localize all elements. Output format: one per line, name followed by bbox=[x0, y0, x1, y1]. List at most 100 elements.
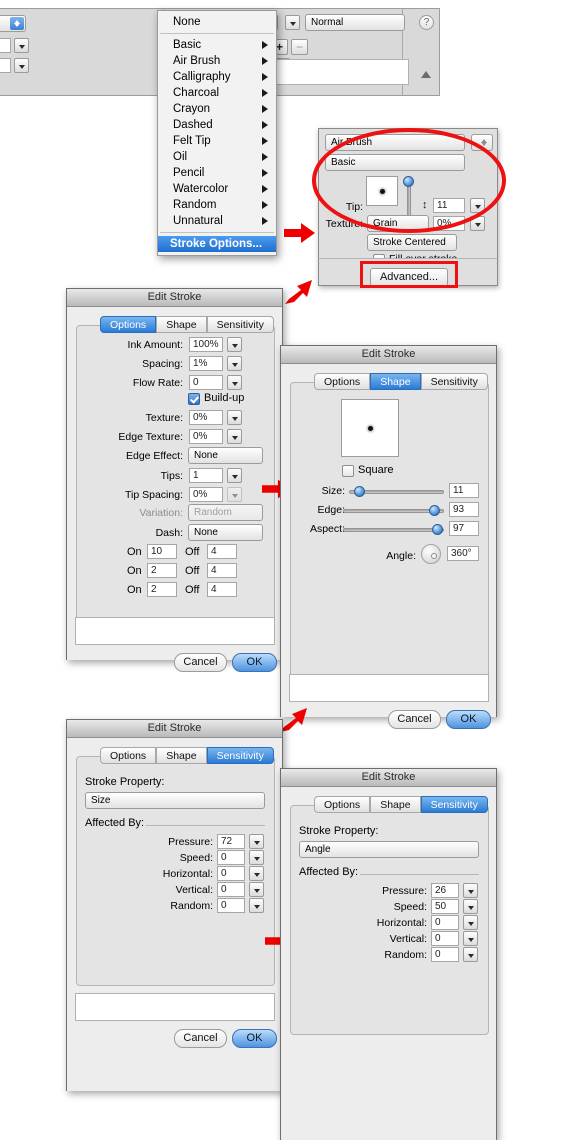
dash-off-field-2[interactable]: 4 bbox=[207, 563, 237, 578]
tab-sensitivity[interactable]: Sensitivity bbox=[206, 316, 274, 333]
aspect-slider-knob[interactable] bbox=[432, 524, 443, 535]
horizontal-menu[interactable] bbox=[463, 915, 478, 930]
tip-spacing-field[interactable]: 0% bbox=[189, 487, 223, 502]
tab-options[interactable]: Options bbox=[314, 796, 371, 813]
tips-menu[interactable] bbox=[227, 468, 242, 483]
speed-menu[interactable] bbox=[463, 899, 478, 914]
edge-value-field[interactable]: 93 bbox=[449, 502, 479, 517]
ok-button[interactable]: OK bbox=[446, 710, 491, 729]
spacing-field[interactable]: 1% bbox=[189, 356, 223, 371]
menu-item-stroke-options[interactable]: Stroke Options... bbox=[158, 236, 276, 252]
stroke-property-popup[interactable]: Size bbox=[85, 792, 265, 809]
edge-effect-popup[interactable]: None bbox=[188, 447, 263, 464]
ok-button[interactable]: OK bbox=[232, 653, 277, 672]
pressure-field[interactable]: 26 bbox=[431, 883, 459, 898]
tab-shape[interactable]: Shape bbox=[156, 316, 207, 333]
horizontal-field[interactable]: 0 bbox=[431, 915, 459, 930]
ink-amount-field[interactable]: 100% bbox=[189, 337, 223, 352]
flow-rate-menu[interactable] bbox=[227, 375, 242, 390]
speed-field[interactable]: 50 bbox=[431, 899, 459, 914]
cancel-button[interactable]: Cancel bbox=[388, 710, 441, 729]
vertical-field[interactable]: 0 bbox=[431, 931, 459, 946]
spacing-menu[interactable] bbox=[227, 356, 242, 371]
menu-item-air-brush[interactable]: Air Brush bbox=[158, 53, 276, 69]
menu-item-crayon[interactable]: Crayon bbox=[158, 101, 276, 117]
value-zero-field[interactable]: 0 bbox=[0, 38, 11, 53]
pressure-menu[interactable] bbox=[463, 883, 478, 898]
value-zero-menu[interactable] bbox=[14, 38, 29, 53]
angle-value-field[interactable]: 360° bbox=[447, 546, 479, 561]
ink-amount-menu[interactable] bbox=[227, 337, 242, 352]
random-field[interactable]: 0 bbox=[431, 947, 459, 962]
tab-shape[interactable]: Shape bbox=[370, 373, 421, 390]
pressure-menu[interactable] bbox=[249, 834, 264, 849]
dash-off-field-1[interactable]: 4 bbox=[207, 544, 237, 559]
stroke-property-popup[interactable]: Angle bbox=[299, 841, 479, 858]
tab-options[interactable]: Options bbox=[314, 373, 371, 390]
edge-texture-field[interactable]: 0% bbox=[189, 429, 223, 444]
menu-item-watercolor[interactable]: Watercolor bbox=[158, 181, 276, 197]
remove-button[interactable]: − bbox=[291, 39, 308, 55]
menu-item-random[interactable]: Random bbox=[158, 197, 276, 213]
dash-on-field-2[interactable]: 2 bbox=[147, 563, 177, 578]
tab-strip[interactable]: Options Shape Sensitivity bbox=[100, 747, 274, 764]
vertical-field[interactable]: 0 bbox=[217, 882, 245, 897]
dash-on-field-1[interactable]: 10 bbox=[147, 544, 177, 559]
cancel-button[interactable]: Cancel bbox=[174, 1029, 227, 1048]
speed-menu[interactable] bbox=[249, 850, 264, 865]
value-pct-field[interactable]: 0% bbox=[0, 58, 11, 73]
speed-field[interactable]: 0 bbox=[217, 850, 245, 865]
horizontal-menu[interactable] bbox=[249, 866, 264, 881]
menu-item-none[interactable]: None bbox=[158, 14, 276, 30]
random-menu[interactable] bbox=[463, 947, 478, 962]
menu-item-charcoal[interactable]: Charcoal bbox=[158, 85, 276, 101]
menu-item-dashed[interactable]: Dashed bbox=[158, 117, 276, 133]
horizontal-field[interactable]: 0 bbox=[217, 866, 245, 881]
stroke-alignment-popup[interactable]: Stroke Centered bbox=[367, 234, 457, 251]
square-checkbox[interactable] bbox=[342, 465, 354, 477]
scroll-up-arrow-icon[interactable] bbox=[421, 71, 431, 78]
cancel-button[interactable]: Cancel bbox=[174, 653, 227, 672]
ok-button[interactable]: OK bbox=[232, 1029, 277, 1048]
dash-on-field-3[interactable]: 2 bbox=[147, 582, 177, 597]
tips-field[interactable]: 1 bbox=[189, 468, 223, 483]
angle-dial[interactable] bbox=[421, 544, 441, 564]
tab-strip[interactable]: Options Shape Sensitivity bbox=[100, 316, 274, 333]
menu-item-basic[interactable]: Basic bbox=[158, 37, 276, 53]
tab-sensitivity[interactable]: Sensitivity bbox=[206, 747, 274, 764]
aspect-value-field[interactable]: 97 bbox=[449, 521, 479, 536]
value-pct-menu[interactable] bbox=[14, 58, 29, 73]
build-up-checkbox[interactable] bbox=[188, 393, 200, 405]
menu-item-oil[interactable]: Oil bbox=[158, 149, 276, 165]
pressure-field[interactable]: 72 bbox=[217, 834, 245, 849]
texture-field[interactable]: 0% bbox=[189, 410, 223, 425]
tab-options[interactable]: Options bbox=[100, 316, 157, 333]
texture-menu[interactable] bbox=[227, 410, 242, 425]
tab-strip[interactable]: Options Shape Sensitivity bbox=[314, 373, 488, 390]
tab-shape[interactable]: Shape bbox=[370, 796, 421, 813]
menu-item-calligraphy[interactable]: Calligraphy bbox=[158, 69, 276, 85]
menu-item-felt-tip[interactable]: Felt Tip bbox=[158, 133, 276, 149]
edge-slider-knob[interactable] bbox=[429, 505, 440, 516]
dash-off-field-3[interactable]: 4 bbox=[207, 582, 237, 597]
aspect-slider-track[interactable] bbox=[343, 528, 444, 532]
blend-mode-popup[interactable]: Normal bbox=[305, 14, 405, 31]
stroke-style-menu[interactable]: None Basic Air Brush Calligraphy Charcoa… bbox=[157, 10, 277, 256]
tab-sensitivity[interactable]: Sensitivity bbox=[420, 373, 488, 390]
edge-texture-menu[interactable] bbox=[227, 429, 242, 444]
tab-options[interactable]: Options bbox=[100, 747, 157, 764]
random-menu[interactable] bbox=[249, 898, 264, 913]
tip-spacing-menu[interactable] bbox=[227, 487, 242, 502]
tab-shape[interactable]: Shape bbox=[156, 747, 207, 764]
vertical-menu[interactable] bbox=[249, 882, 264, 897]
random-field[interactable]: 0 bbox=[217, 898, 245, 913]
help-icon[interactable]: ? bbox=[419, 15, 434, 30]
tab-sensitivity[interactable]: Sensitivity bbox=[420, 796, 488, 813]
dash-popup[interactable]: None bbox=[188, 524, 263, 541]
size-value-field[interactable]: 11 bbox=[449, 483, 479, 498]
opacity-menu[interactable] bbox=[285, 15, 300, 30]
menu-item-pencil[interactable]: Pencil bbox=[158, 165, 276, 181]
vertical-menu[interactable] bbox=[463, 931, 478, 946]
preset-preview-area[interactable] bbox=[261, 59, 409, 85]
tab-strip[interactable]: Options Shape Sensitivity bbox=[314, 796, 488, 813]
